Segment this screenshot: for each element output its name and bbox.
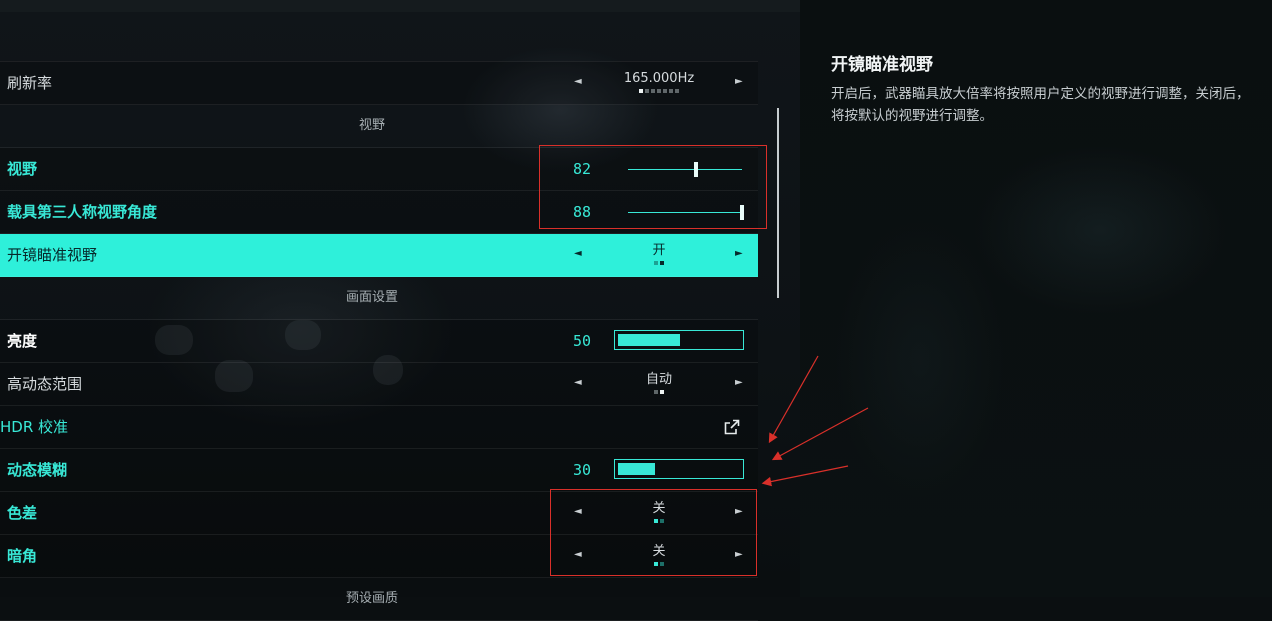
setting-hdr[interactable]: 高动态范围 ◄ 自动 ►: [0, 363, 758, 406]
description-body: 开启后，武器瞄具放大倍率将按照用户定义的视野进行调整，关闭后，将按默认的视野进行…: [831, 86, 1250, 124]
section-view: 视野: [0, 105, 758, 148]
option-dot: [660, 390, 664, 394]
ads-fov-label: 开镜瞄准视野: [7, 246, 98, 264]
hdr-option-dots: [600, 390, 718, 394]
motion-blur-value: 30: [573, 461, 592, 479]
vehicle-fov-label: 载具第三人称视野角度: [7, 203, 158, 221]
motion-blur-bar-fill: [618, 463, 655, 475]
option-dot: [654, 261, 658, 265]
option-dot: [654, 390, 658, 394]
annotation-box-fov: [539, 145, 767, 229]
setting-hdr-calibration[interactable]: HDR 校准: [0, 406, 758, 449]
brightness-value: 50: [573, 332, 592, 350]
section-view-title: 视野: [358, 118, 385, 133]
annotation-box-toggles: [550, 489, 757, 576]
ads-fov-value: 开: [600, 244, 718, 265]
motion-blur-label: 动态模糊: [7, 461, 68, 479]
ads-fov-option-dots: [600, 261, 718, 265]
setting-ads-fov[interactable]: 开镜瞄准视野 ◄ 开 ►: [0, 234, 758, 277]
description-title: 开镜瞄准视野: [831, 55, 933, 75]
section-display: 画面设置: [0, 277, 758, 320]
motion-blur-bar[interactable]: [614, 459, 744, 479]
refresh-rate-value: 165.000Hz: [600, 72, 718, 93]
right-arrow-icon[interactable]: ►: [735, 363, 743, 403]
vignette-label: 暗角: [7, 547, 38, 565]
hdr-label: 高动态范围: [7, 375, 83, 393]
left-arrow-icon[interactable]: ◄: [574, 62, 582, 102]
left-arrow-icon[interactable]: ◄: [574, 363, 582, 403]
brightness-bar-fill: [618, 334, 680, 346]
hdr-value: 自动: [600, 373, 718, 394]
refresh-rate-option-dots: [600, 89, 718, 93]
option-dot: [675, 89, 679, 93]
section-display-title: 画面设置: [345, 290, 398, 305]
option-dot: [645, 89, 649, 93]
hdr-calibration-label: HDR 校准: [0, 418, 69, 436]
left-arrow-icon[interactable]: ◄: [574, 234, 582, 274]
chromatic-aberration-label: 色差: [7, 504, 38, 522]
brightness-label: 亮度: [7, 332, 38, 350]
option-dot: [639, 89, 643, 93]
scrollbar[interactable]: [777, 108, 779, 298]
section-preset-title: 预设画质: [345, 591, 398, 606]
section-preset: 预设画质: [0, 578, 758, 621]
option-dot: [663, 89, 667, 93]
external-link-icon[interactable]: [724, 419, 740, 435]
setting-brightness[interactable]: 亮度 50: [0, 320, 758, 363]
brightness-bar[interactable]: [614, 330, 744, 350]
refresh-rate-label: 刷新率: [7, 74, 53, 92]
fov-label: 视野: [7, 160, 38, 178]
right-arrow-icon[interactable]: ►: [735, 62, 743, 102]
option-dot: [660, 261, 664, 265]
right-arrow-icon[interactable]: ►: [735, 234, 743, 274]
top-band: [0, 0, 800, 12]
setting-motion-blur[interactable]: 动态模糊 30: [0, 449, 758, 492]
option-dot: [651, 89, 655, 93]
setting-refresh-rate[interactable]: 刷新率 ◄ 165.000Hz ►: [0, 61, 758, 105]
description-panel: 开镜瞄准视野 开启后，武器瞄具放大倍率将按照用户定义的视野进行调整，关闭后，将按…: [831, 50, 1261, 127]
option-dot: [657, 89, 661, 93]
option-dot: [669, 89, 673, 93]
